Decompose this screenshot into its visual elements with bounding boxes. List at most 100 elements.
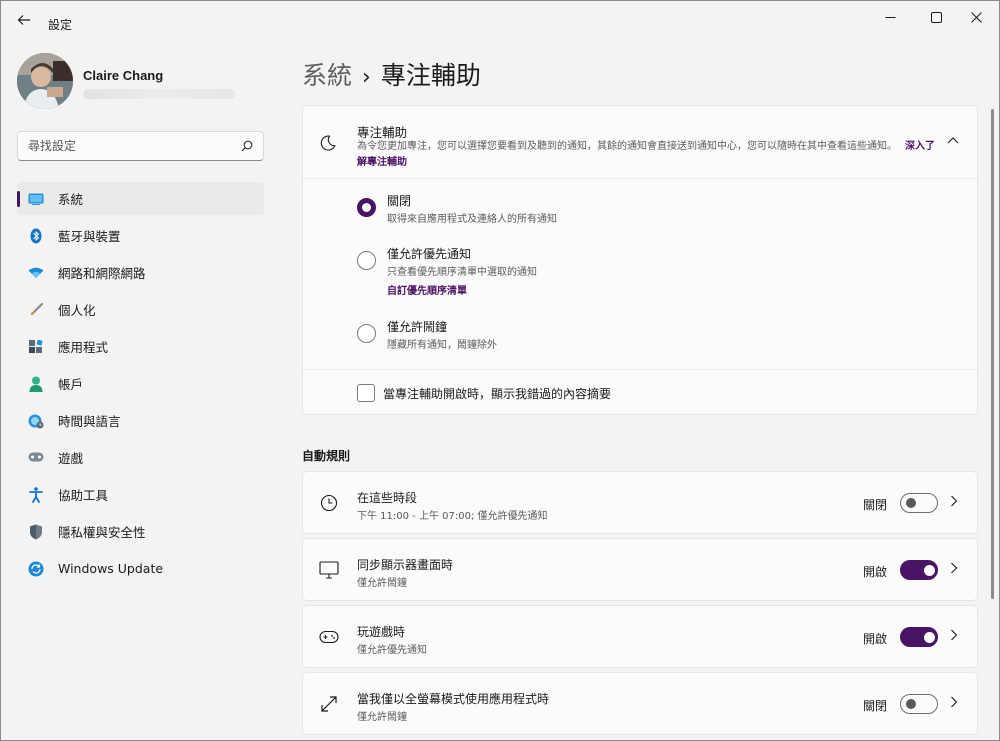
title-bar: 設定	[1, 1, 999, 37]
close-button[interactable]	[953, 1, 999, 33]
moon-icon	[320, 135, 336, 151]
focus-assist-description: 為令您更加專注，您可以選擇您要看到及聽到的通知，其餘的通知會直接送到通知中心，您…	[357, 139, 942, 171]
option-description: 隱藏所有通知，鬧鐘除外	[387, 340, 497, 351]
user-email-redacted	[83, 89, 235, 99]
sidebar-item-label: Windows Update	[58, 561, 164, 576]
rule-playing-game[interactable]: 玩遊戲時 僅允許優先通知 開啟	[302, 605, 978, 668]
rule-title: 同步顯示器畫面時	[357, 558, 454, 572]
wifi-icon	[27, 264, 45, 282]
breadcrumb-parent[interactable]: 系統	[302, 61, 352, 90]
focus-assist-header[interactable]: 專注輔助 為令您更加專注，您可以選擇您要看到及聽到的通知，其餘的通知會直接送到通…	[303, 106, 977, 179]
chevron-right-icon[interactable]	[950, 562, 958, 574]
rule-toggle[interactable]	[900, 627, 938, 647]
option-label: 僅允許鬧鐘	[387, 320, 448, 334]
toggle-knob	[924, 565, 935, 576]
sidebar-item-label: 帳戶	[58, 377, 84, 392]
sidebar-item-accounts[interactable]: 帳戶	[17, 367, 264, 400]
breadcrumb-separator: ›	[362, 65, 371, 90]
sidebar-item-system[interactable]: 系統	[17, 182, 264, 215]
sidebar-nav: 系統 藍牙與裝置 網路和網際網路 個人化 應用程式 帳戶 時間與語言 遊戲 協助…	[17, 182, 264, 589]
sidebar-item-windows-update[interactable]: Windows Update	[17, 552, 264, 585]
apps-icon	[27, 338, 45, 356]
summary-checkbox-row[interactable]: 當專注輔助開啟時，顯示我錯過的內容摘要	[303, 369, 977, 414]
system-display-icon	[27, 190, 45, 208]
avatar-picture	[17, 53, 73, 109]
gamepad-icon	[27, 449, 45, 467]
sidebar-item-network[interactable]: 網路和網際網路	[17, 256, 264, 289]
back-arrow-icon	[17, 15, 30, 25]
search-input[interactable]	[28, 139, 241, 153]
sidebar-item-label: 個人化	[58, 303, 96, 318]
rule-state-label: 關閉	[863, 699, 888, 713]
clock-icon	[318, 492, 340, 514]
rule-subtitle: 下午 11:00 - 上午 07:00; 僅允許優先通知	[357, 511, 548, 522]
sidebar-item-label: 應用程式	[58, 340, 109, 355]
summary-checkbox-label: 當專注輔助開啟時，顯示我錯過的內容摘要	[383, 387, 612, 401]
toggle-knob	[924, 632, 935, 643]
sidebar-item-accessibility[interactable]: 協助工具	[17, 478, 264, 511]
app-title: 設定	[48, 18, 73, 32]
globe-clock-icon	[27, 412, 45, 430]
page-title: 專注輔助	[380, 61, 481, 90]
rule-title: 在這些時段	[357, 491, 418, 505]
close-icon	[970, 11, 982, 23]
chevron-right-icon[interactable]	[950, 629, 958, 641]
accessibility-icon	[27, 486, 45, 504]
rule-toggle[interactable]	[900, 560, 938, 580]
rule-toggle[interactable]	[900, 493, 938, 513]
auto-rules-heading: 自動規則	[302, 449, 351, 463]
sidebar-item-gaming[interactable]: 遊戲	[17, 441, 264, 474]
option-label: 關閉	[387, 194, 412, 208]
fullscreen-icon	[318, 693, 340, 715]
windows-update-icon	[27, 560, 45, 578]
focus-assist-description-text: 為令您更加專注，您可以選擇您要看到及聽到的通知，其餘的通知會直接送到通知中心，您…	[357, 141, 897, 152]
sidebar-item-bluetooth[interactable]: 藍牙與裝置	[17, 219, 264, 252]
rule-subtitle: 僅允許鬧鐘	[357, 712, 407, 723]
sidebar-item-label: 網路和網際網路	[58, 266, 146, 281]
radio-alarms-only[interactable]	[357, 324, 376, 343]
rule-fullscreen-app[interactable]: 當我僅以全螢幕模式使用應用程式時 僅允許鬧鐘 關閉	[302, 672, 978, 735]
radio-priority-only[interactable]	[357, 251, 376, 270]
sidebar-item-label: 協助工具	[58, 488, 109, 503]
focus-assist-card: 專注輔助 為令您更加專注，您可以選擇您要看到及聽到的通知，其餘的通知會直接送到通…	[302, 105, 978, 415]
user-name: Claire Chang	[83, 68, 164, 83]
sidebar-item-label: 藍牙與裝置	[58, 229, 121, 244]
sidebar-item-label: 隱私權與安全性	[58, 525, 146, 540]
gamepad-icon	[318, 626, 340, 648]
back-button[interactable]	[9, 7, 39, 33]
search-box[interactable]	[17, 131, 264, 161]
chevron-up-icon[interactable]	[947, 136, 959, 144]
customize-priority-list-link[interactable]: 自訂優先順序清單	[387, 282, 467, 297]
breadcrumb: 系統 › 專注輔助	[302, 56, 481, 92]
search-icon[interactable]	[241, 140, 253, 152]
chevron-right-icon[interactable]	[950, 696, 958, 708]
minimize-button[interactable]	[867, 1, 913, 33]
radio-off[interactable]	[357, 198, 376, 217]
monitor-icon	[318, 559, 340, 581]
summary-checkbox[interactable]	[357, 384, 375, 402]
sidebar-item-time-language[interactable]: 時間與語言	[17, 404, 264, 437]
option-description: 只查看優先順序清單中選取的通知	[387, 267, 537, 278]
rule-subtitle: 僅允許優先通知	[357, 645, 427, 656]
rule-state-label: 開啟	[863, 565, 888, 579]
avatar[interactable]	[17, 53, 73, 109]
rule-subtitle: 僅允許鬧鐘	[357, 578, 407, 589]
option-description: 取得來自應用程式及連絡人的所有通知	[387, 214, 557, 225]
maximize-icon	[930, 11, 942, 23]
sidebar-item-personalization[interactable]: 個人化	[17, 293, 264, 326]
account-icon	[27, 375, 45, 393]
rule-state-label: 關閉	[863, 498, 888, 512]
chevron-right-icon[interactable]	[950, 495, 958, 507]
sidebar-item-label: 系統	[58, 192, 84, 207]
shield-icon	[27, 523, 45, 541]
rule-during-these-times[interactable]: 在這些時段 下午 11:00 - 上午 07:00; 僅允許優先通知 關閉	[302, 471, 978, 534]
toggle-knob	[906, 699, 916, 709]
sidebar-item-apps[interactable]: 應用程式	[17, 330, 264, 363]
rule-state-label: 開啟	[863, 632, 888, 646]
sidebar-item-label: 遊戲	[58, 451, 84, 466]
sidebar-item-privacy[interactable]: 隱私權與安全性	[17, 515, 264, 548]
rule-toggle[interactable]	[900, 694, 938, 714]
scrollbar[interactable]	[991, 109, 994, 599]
rule-title: 當我僅以全螢幕模式使用應用程式時	[357, 692, 550, 706]
rule-duplicating-display[interactable]: 同步顯示器畫面時 僅允許鬧鐘 開啟	[302, 538, 978, 601]
